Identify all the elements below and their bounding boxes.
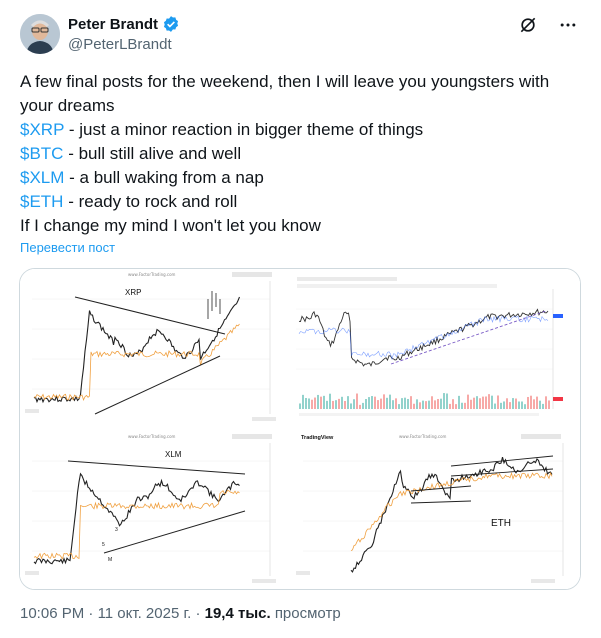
author-name[interactable]: Peter Brandt: [68, 16, 158, 33]
media-divider-horizontal: [20, 429, 580, 431]
post-line-1: A few final posts for the weekend, then …: [20, 72, 550, 115]
tradingview-brand: TradingView: [301, 435, 334, 441]
meta-separator: ·: [195, 605, 205, 622]
meta-separator: ·: [88, 605, 98, 622]
chart-image-btc[interactable]: [291, 269, 580, 429]
translate-post-link[interactable]: Перевести пост: [20, 240, 115, 255]
top-actions: [517, 14, 579, 36]
cashtag-btc[interactable]: $BTC: [20, 144, 63, 163]
cashtag-xlm[interactable]: $XLM: [20, 168, 64, 187]
view-label: просмотр: [274, 605, 341, 622]
media-grid: www.FactorTrading.com XRP www.FactorTrad…: [19, 268, 581, 590]
post-meta: 10:06 PM · 11 окт. 2025 г. · 19,4 тыс. п…: [20, 605, 341, 622]
post-line-4: $XLM - a bull waking from a nap: [20, 168, 264, 187]
chart-label-xlm: XLM: [165, 450, 182, 459]
chart-label-eth: ETH: [491, 518, 511, 529]
chart-image-xrp[interactable]: www.FactorTrading.com XRP: [20, 269, 289, 429]
view-count: 19,4 тыс.: [204, 605, 271, 622]
chart-source-eth: www.FactorTrading.com: [399, 434, 447, 439]
chart-source-xrp: www.FactorTrading.com: [128, 272, 176, 277]
chart-source-xlm: www.FactorTrading.com: [128, 434, 176, 439]
author-name-row[interactable]: Peter Brandt: [68, 15, 180, 33]
avatar-image: [20, 14, 60, 54]
chart-label-xrp: XRP: [125, 288, 141, 297]
chart-image-xlm[interactable]: www.FactorTrading.com XLM 3 5 M: [20, 431, 289, 589]
chart-image-eth[interactable]: www.FactorTrading.com TradingView ETH: [291, 431, 580, 589]
post-line-2: $XRP - just a minor reaction in bigger t…: [20, 120, 424, 139]
post-text: A few final posts for the weekend, then …: [20, 70, 580, 238]
author-handle[interactable]: @PeterLBrandt: [68, 36, 172, 53]
avatar[interactable]: [20, 14, 60, 54]
svg-text:M: M: [108, 557, 112, 563]
grok-icon[interactable]: [517, 14, 539, 36]
cashtag-xrp[interactable]: $XRP: [20, 120, 64, 139]
svg-text:3: 3: [115, 527, 118, 533]
post-line-6: If I change my mind I won't let you know: [20, 216, 321, 235]
post-date[interactable]: 11 окт. 2025 г.: [98, 605, 192, 622]
svg-text:5: 5: [102, 542, 105, 548]
more-icon[interactable]: [557, 14, 579, 36]
post-time[interactable]: 10:06 PM: [20, 605, 84, 622]
cashtag-eth[interactable]: $ETH: [20, 192, 63, 211]
verified-badge-icon: [163, 16, 179, 32]
post-line-5: $ETH - ready to rock and roll: [20, 192, 238, 211]
post-line-3: $BTC - bull still alive and well: [20, 144, 242, 163]
